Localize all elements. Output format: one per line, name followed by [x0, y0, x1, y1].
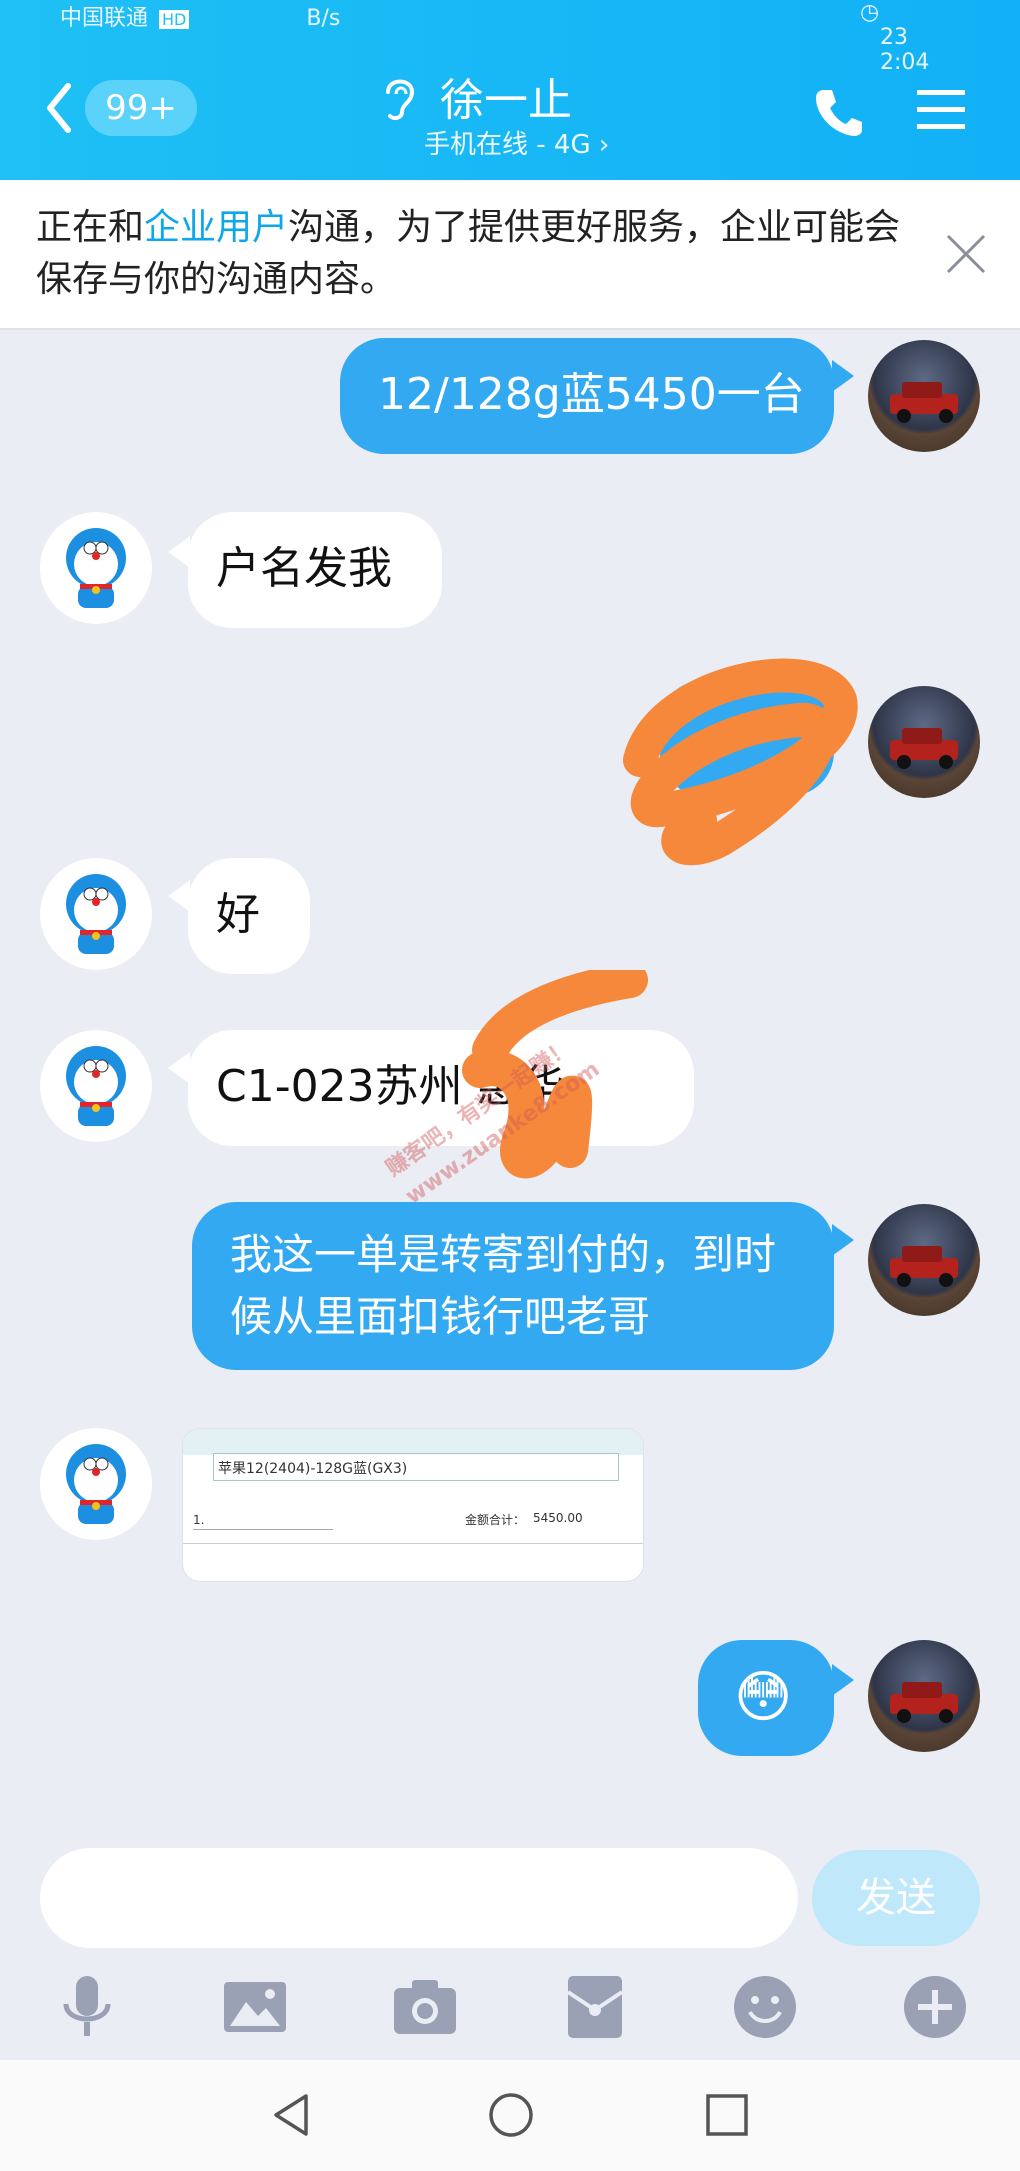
my-avatar[interactable] — [868, 340, 980, 452]
status-bar: 中国联通 HD B/s ◷ 23 2:04 — [60, 0, 929, 75]
total-label: 金额合计： — [465, 1513, 526, 1527]
row-number: 1. — [193, 1513, 205, 1527]
contact-avatar[interactable] — [40, 858, 152, 970]
menu-icon[interactable] — [915, 86, 967, 134]
speed-label: B/s — [306, 6, 341, 31]
notice-prefix: 正在和 — [36, 207, 145, 248]
redpacket-icon[interactable] — [560, 1972, 630, 2042]
message-text: 12/128g蓝5450一台 — [378, 369, 805, 420]
total-value: 5450.00 — [533, 1511, 583, 1525]
earpiece-mode-icon[interactable] — [378, 72, 420, 122]
carrier-label: 中国联通 — [60, 6, 149, 31]
bubble-tail — [168, 536, 190, 568]
table-bottom-line — [183, 1543, 643, 1544]
nav-home-icon[interactable] — [486, 2090, 536, 2140]
car-avatar-image — [890, 382, 958, 423]
message-bubble-received[interactable]: 户名发我 — [188, 512, 442, 628]
doraemon-avatar-image — [66, 1444, 126, 1524]
doraemon-avatar-image — [66, 1046, 126, 1126]
contact-avatar[interactable] — [40, 1428, 152, 1540]
bubble-tail — [168, 880, 190, 912]
bubble-tail — [832, 1224, 854, 1256]
message-input[interactable] — [40, 1848, 798, 1948]
message-text: 好 — [216, 889, 260, 940]
notice-enterprise-link[interactable]: 企业用户 — [144, 207, 288, 248]
contact-avatar[interactable] — [40, 512, 152, 624]
my-avatar[interactable] — [868, 1640, 980, 1752]
bubble-tail — [168, 1052, 190, 1084]
car-avatar-image — [890, 728, 958, 769]
redaction-scribble — [623, 658, 858, 866]
image-message[interactable]: 苹果12(2404)-128G蓝(GX3) 1. 金额合计： 5450.00 — [182, 1428, 644, 1582]
nav-back-icon[interactable] — [266, 2090, 316, 2140]
message-bubble-sent[interactable]: 12/128g蓝5450一台 — [340, 338, 834, 454]
message-bubble-sent[interactable]: 我这一单是转寄到付的，到时候从里面扣钱行吧老哥 — [192, 1202, 834, 1370]
contact-online-status[interactable]: 手机在线 - 4G › — [424, 124, 609, 161]
hd-badge: HD — [159, 10, 190, 29]
car-avatar-image — [890, 1246, 958, 1287]
back-icon[interactable] — [40, 78, 80, 138]
nav-recents-icon[interactable] — [702, 2090, 752, 2140]
clock-area: ◷ 23 2:04 — [860, 0, 929, 75]
bubble-tail — [832, 1664, 854, 1696]
time-label: 2:04 — [880, 50, 930, 75]
row-divider — [193, 1529, 333, 1530]
my-avatar[interactable] — [868, 686, 980, 798]
my-avatar[interactable] — [868, 1204, 980, 1316]
enterprise-notice: 正在和企业用户沟通，为了提供更好服务，企业可能会保存与你的沟通内容。 — [0, 180, 1020, 330]
battery-level: 23 — [880, 25, 908, 50]
message-text: 我这一单是转寄到付的，到时候从里面扣钱行吧老哥 — [230, 1230, 777, 1341]
plus-icon[interactable] — [900, 1972, 970, 2042]
emoji-icon[interactable] — [730, 1972, 800, 2042]
chat-header: 中国联通 HD B/s ◷ 23 2:04 99+ 徐一止 手机在线 - 4G … — [0, 0, 1020, 180]
notice-text: 正在和企业用户沟通，为了提供更好服务，企业可能会保存与你的沟通内容。 — [36, 202, 916, 306]
message-text: 户名发我 — [216, 543, 392, 594]
doraemon-avatar-image — [66, 528, 126, 608]
product-field: 苹果12(2404)-128G蓝(GX3) — [213, 1453, 619, 1481]
car-avatar-image — [890, 1682, 958, 1723]
image-icon[interactable] — [220, 1972, 290, 2042]
bubble-tail — [832, 360, 854, 392]
doraemon-avatar-image — [66, 874, 126, 954]
message-bubble-sent[interactable]: 😳 — [698, 1640, 834, 1756]
message-bubble-received[interactable]: 好 — [188, 858, 310, 974]
close-icon[interactable] — [944, 232, 988, 276]
contact-avatar[interactable] — [40, 1030, 152, 1142]
mic-icon[interactable] — [52, 1972, 122, 2042]
product-name: 苹果12(2404)-128G蓝(GX3) — [218, 1461, 408, 1477]
camera-icon[interactable] — [390, 1972, 460, 2042]
alarm-icon: ◷ — [860, 0, 880, 25]
contact-name: 徐一止 — [440, 75, 572, 126]
emoji: 😳 — [734, 1665, 793, 1730]
phone-call-icon[interactable] — [810, 84, 866, 140]
send-button[interactable]: 发送 — [812, 1850, 980, 1946]
unread-badge[interactable]: 99+ — [85, 80, 197, 136]
image-top-bar — [183, 1429, 643, 1455]
